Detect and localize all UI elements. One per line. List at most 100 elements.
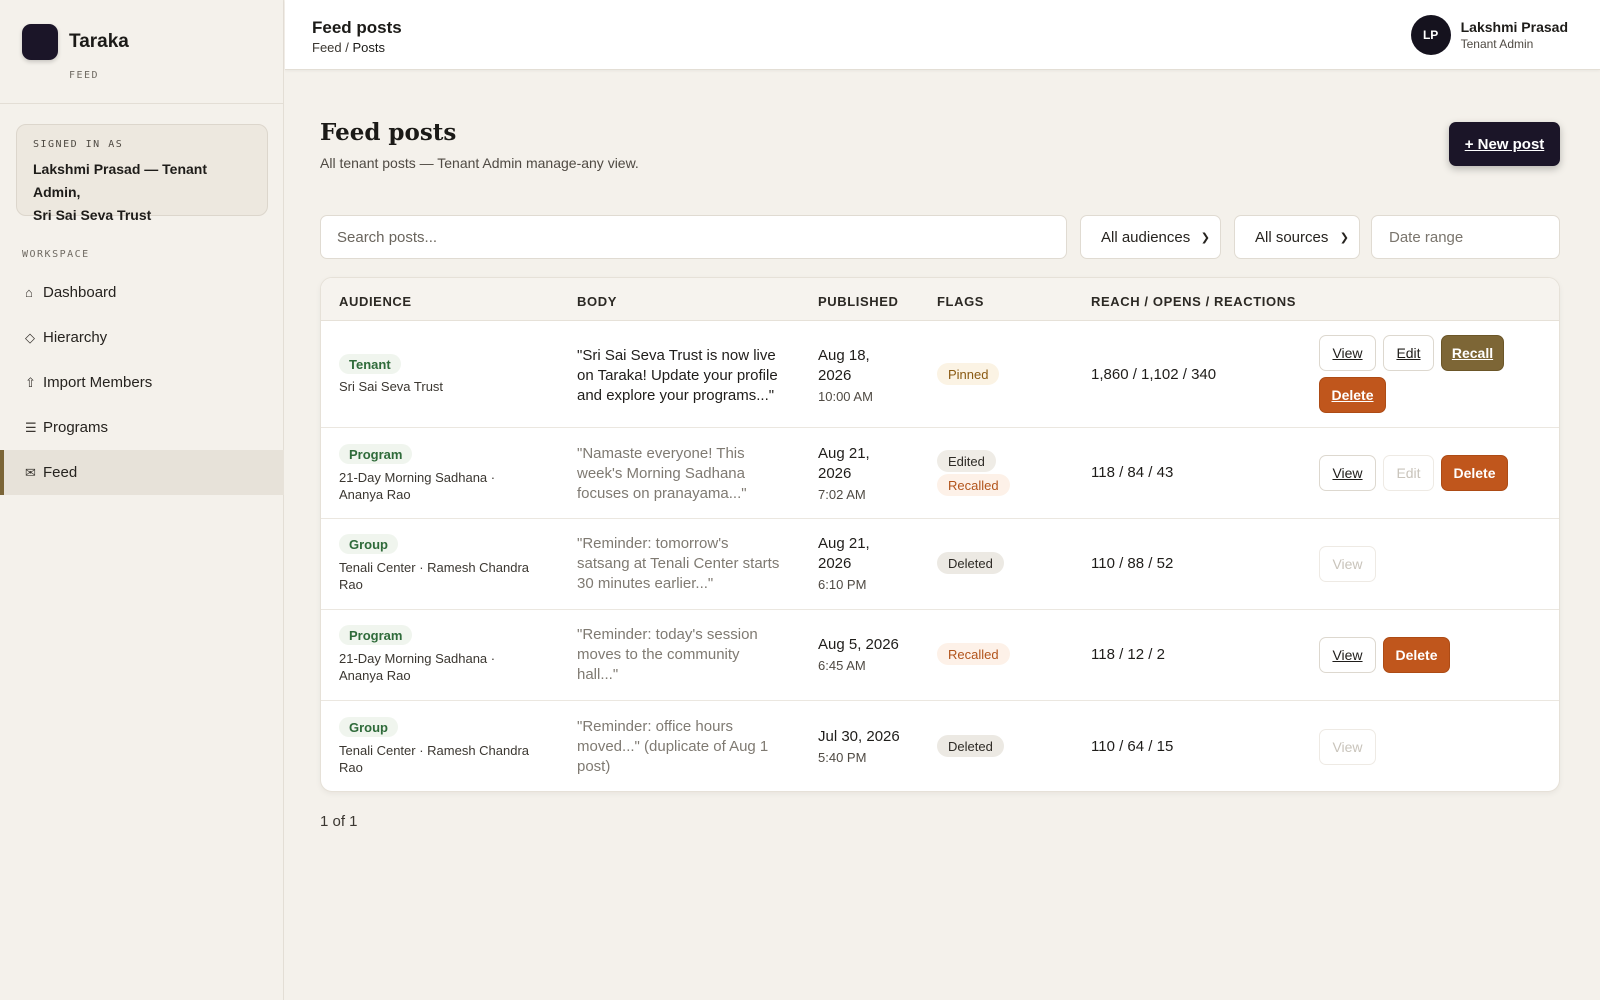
reach-metrics: 1,860 / 1,102 / 340 — [1091, 366, 1217, 383]
edit-button[interactable]: Edit — [1383, 455, 1434, 491]
post-body: "Reminder: tomorrow's satsang at Tenali … — [577, 534, 792, 594]
published-date-line: 2026 — [818, 465, 852, 482]
sidebar-item-label: Hierarchy — [43, 329, 108, 346]
view-button[interactable]: View — [1319, 729, 1376, 765]
published-time: 7:02 AM — [818, 487, 866, 502]
user-role: Tenant Admin — [1460, 37, 1534, 51]
header-title: Feed posts — [312, 18, 402, 37]
date-range-input[interactable]: Date range — [1371, 215, 1560, 259]
flag-pinned: Pinned — [937, 363, 1000, 385]
audience-type-badge: Program — [339, 625, 413, 645]
breadcrumb-separator: / — [341, 40, 353, 55]
diamond-icon: ◇ — [25, 329, 35, 345]
audience-name: Sri Sai Seva Trust — [339, 378, 539, 395]
table-row: Program 21-Day Morning Sadhana · Ananya … — [321, 428, 1559, 519]
post-body-line: moved..." (duplicate of Aug 1 — [577, 738, 769, 755]
post-body-line: on Taraka! Update your profile — [577, 367, 778, 384]
post-body: "Sri Sai Seva Trust is now live on Tarak… — [577, 346, 787, 406]
audience-select[interactable]: All audiences ❯ — [1080, 215, 1221, 259]
sidebar-item-import-members[interactable]: ⇧ Import Members — [0, 360, 284, 405]
audience-name-line: Rao — [339, 577, 363, 592]
edit-button[interactable]: Edit — [1383, 335, 1434, 371]
post-body-line: week's Morning Sadhana — [577, 465, 745, 482]
audience-name: 21-Day Morning Sadhana · Ananya Rao — [339, 469, 539, 503]
published-date-line: 2026 — [818, 555, 852, 572]
published-time: 10:00 AM — [818, 389, 873, 404]
pagination: 1 of 1 — [320, 813, 358, 830]
column-header-metrics: REACH / OPENS / REACTIONS — [1091, 294, 1296, 309]
page-title: Feed posts — [320, 119, 457, 146]
view-button[interactable]: View — [1319, 455, 1376, 491]
reach-metrics: 118 / 12 / 2 — [1091, 646, 1165, 663]
column-header-flags: FLAGS — [937, 294, 985, 309]
sidebar-item-feed[interactable]: ✉ Feed — [0, 450, 284, 495]
audience-name-line: 21-Day Morning Sadhana · — [339, 470, 496, 485]
audience-name-line: Ananya Rao — [339, 487, 411, 502]
view-button[interactable]: View — [1319, 637, 1376, 673]
delete-button[interactable]: Delete — [1319, 377, 1386, 413]
post-body-line: focuses on pranayama..." — [577, 485, 747, 502]
source-select[interactable]: All sources ❯ — [1234, 215, 1360, 259]
published-time: 6:10 PM — [818, 577, 867, 592]
table-row: Tenant Sri Sai Seva Trust "Sri Sai Seva … — [321, 321, 1559, 428]
audience-name-line: 21-Day Morning Sadhana · — [339, 651, 496, 666]
view-button[interactable]: View — [1319, 335, 1376, 371]
published-date-line: Aug 18, — [818, 347, 870, 364]
audience-name: Tenali Center · Ramesh Chandra Rao — [339, 559, 539, 593]
view-button[interactable]: View — [1319, 546, 1376, 582]
audience-type-badge: Program — [339, 444, 413, 464]
breadcrumb-root[interactable]: Feed — [312, 40, 342, 55]
audience-select-value: All audiences — [1101, 228, 1191, 246]
app-logo[interactable] — [22, 24, 58, 60]
signed-in-label: SIGNED IN AS — [33, 139, 124, 150]
post-body-line: satsang at Tenali Center starts — [577, 555, 780, 572]
post-body-line: "Reminder: office hours — [577, 718, 733, 735]
new-post-button[interactable]: + New post — [1449, 122, 1560, 166]
published-time: 6:45 AM — [818, 658, 866, 673]
avatar[interactable]: LP — [1410, 15, 1451, 55]
signed-in-line2: Sri Sai Seva Trust — [33, 207, 152, 223]
flag-edited: Edited — [937, 450, 996, 472]
search-input[interactable]: Search posts... — [320, 215, 1067, 259]
audience-type-badge: Group — [339, 717, 398, 737]
published-date: Jul 30, 2026 5:40 PM — [818, 727, 923, 768]
delete-button[interactable]: Delete — [1383, 637, 1450, 673]
user-name: Lakshmi Prasad — [1460, 19, 1568, 35]
post-body-line: hall..." — [577, 666, 619, 683]
sidebar-item-dashboard[interactable]: ⌂ Dashboard — [0, 270, 284, 315]
published-date-line: Aug 5, 2026 — [818, 636, 899, 653]
user-menu[interactable]: LP Lakshmi Prasad Tenant Admin — [1410, 15, 1568, 55]
column-header-published: PUBLISHED — [818, 294, 899, 309]
post-body: "Namaste everyone! This week's Morning S… — [577, 444, 787, 504]
audience-name: Tenali Center · Ramesh Chandra Rao — [339, 742, 539, 776]
sidebar-item-label: Dashboard — [43, 284, 117, 301]
flag-deleted: Deleted — [937, 552, 1004, 574]
published-time: 5:40 PM — [818, 750, 867, 765]
column-header-audience: AUDIENCE — [339, 294, 412, 309]
post-body-line: moves to the community — [577, 646, 740, 663]
sidebar-item-hierarchy[interactable]: ◇ Hierarchy — [0, 315, 284, 360]
delete-button[interactable]: Delete — [1441, 455, 1508, 491]
list-icon: ☰ — [25, 419, 37, 435]
post-body-line: "Reminder: today's session — [577, 626, 758, 643]
sidebar-item-programs[interactable]: ☰ Programs — [0, 405, 284, 450]
posts-table: AUDIENCE BODY PUBLISHED FLAGS REACH / OP… — [320, 277, 1560, 792]
audience-name-line: Sri Sai Seva Trust — [339, 379, 444, 394]
sidebar-item-label: Import Members — [43, 374, 153, 391]
table-header: AUDIENCE BODY PUBLISHED FLAGS REACH / OP… — [321, 278, 1559, 321]
post-body: "Reminder: office hours moved..." (dupli… — [577, 717, 792, 777]
recall-button[interactable]: Recall — [1441, 335, 1504, 371]
published-date-line: 2026 — [818, 367, 852, 384]
flag-deleted: Deleted — [937, 735, 1004, 757]
reach-metrics: 110 / 64 / 15 — [1091, 738, 1174, 755]
workspace-section-label: WORKSPACE — [22, 249, 90, 260]
app-section-label: FEED — [69, 70, 100, 81]
brand-area: Taraka FEED — [0, 0, 283, 104]
published-date: Aug 18, 2026 10:00 AM — [818, 346, 908, 407]
post-body-line: "Reminder: tomorrow's — [577, 535, 729, 552]
post-body: "Reminder: today's session moves to the … — [577, 625, 787, 685]
app-name: Taraka — [69, 31, 129, 52]
table-row: Group Tenali Center · Ramesh Chandra Rao… — [321, 519, 1559, 610]
audience-name: 21-Day Morning Sadhana · Ananya Rao — [339, 650, 539, 684]
post-body-line: and explore your programs..." — [577, 387, 775, 404]
